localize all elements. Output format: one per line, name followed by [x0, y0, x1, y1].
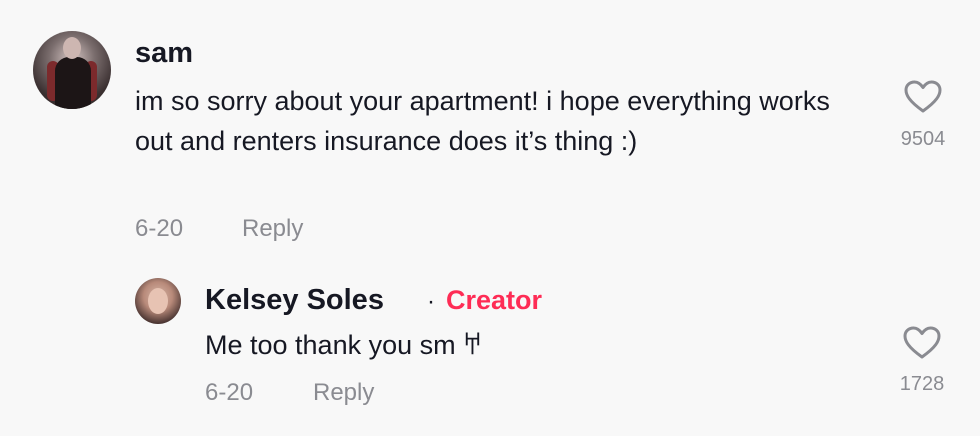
- reply-button[interactable]: Reply: [313, 379, 374, 407]
- comment-date: 6-20: [135, 215, 184, 242]
- comment-text: im so sorry about your apartment! i hope…: [135, 86, 830, 156]
- creator-badge: Creator: [446, 285, 543, 315]
- heart-outline-icon[interactable]: [903, 326, 941, 360]
- creator-avatar[interactable]: [135, 278, 181, 324]
- comment-username[interactable]: sam: [135, 37, 193, 70]
- reply-username[interactable]: Kelsey Soles: [205, 284, 384, 317]
- avatar-figure-detail: [55, 57, 91, 109]
- user-avatar[interactable]: [33, 31, 111, 109]
- avatar-face-detail: [148, 288, 168, 314]
- like-count: 1728: [899, 373, 945, 395]
- heart-outline-icon[interactable]: [904, 80, 942, 114]
- reply-text: Me too thank you sm 𐀀: [205, 330, 482, 360]
- avatar-figure-detail: [63, 37, 81, 59]
- reply-date: 6-20: [205, 379, 254, 406]
- name-separator: ·: [427, 288, 435, 315]
- reply-button[interactable]: Reply: [242, 215, 303, 243]
- like-count: 9504: [900, 128, 946, 150]
